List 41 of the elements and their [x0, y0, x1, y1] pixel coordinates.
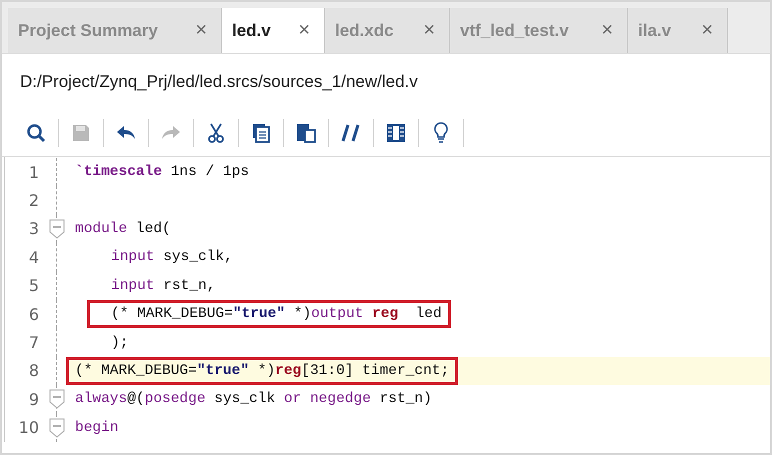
close-tab-button[interactable]: × — [191, 19, 211, 42]
line-number: 6 — [28, 304, 40, 324]
close-tab-button[interactable]: × — [697, 19, 717, 42]
comment-slashes-icon — [341, 123, 361, 143]
editor-tab[interactable]: led.xdc × — [325, 8, 450, 53]
line-number: 10 — [18, 418, 40, 438]
line-number: 8 — [28, 361, 40, 380]
editor-tab[interactable]: Project Summary × — [8, 8, 222, 53]
redo-icon — [161, 125, 181, 141]
code-line: ); — [110, 334, 130, 353]
fold-toggle-icon[interactable] — [49, 418, 65, 438]
file-path: D:/Project/Zynq_Prj/led/led.srcs/sources_1/new/led.v — [19, 71, 419, 93]
paste-icon — [296, 123, 316, 143]
close-tab-button[interactable]: × — [294, 19, 314, 42]
line-number: 7 — [28, 333, 40, 352]
copy-icon — [252, 123, 270, 143]
code-line: `timescale 1ns / 1ps — [74, 163, 250, 182]
code-line: input sys_clk, — [110, 248, 234, 268]
fold-toggle-icon[interactable] — [49, 218, 65, 239]
close-tab-button[interactable]: × — [597, 19, 617, 42]
line-number: 4 — [28, 248, 40, 267]
fold-toggle-icon[interactable] — [49, 389, 65, 410]
undo-icon — [116, 125, 136, 141]
lightbulb-icon — [433, 122, 449, 144]
save-icon — [72, 124, 90, 142]
editor-tab[interactable]: led.v × — [222, 8, 325, 53]
line-number: 2 — [28, 191, 40, 210]
scissors-icon — [208, 123, 224, 143]
line-number: 3 — [28, 219, 40, 238]
search-icon — [26, 123, 46, 143]
editor-tab[interactable]: ila.v × — [628, 8, 728, 53]
line-number: 9 — [28, 390, 40, 409]
editor-tab[interactable]: vtf_led_test.v × — [450, 8, 628, 53]
line-number: 5 — [28, 276, 40, 296]
columns-icon — [386, 123, 406, 143]
code-line: input rst_n, — [110, 276, 216, 296]
close-tab-button[interactable]: × — [419, 19, 439, 42]
code-line: module led( — [74, 220, 172, 239]
code-line: always@(posedge sys_clk or negedge rst_n) — [74, 390, 433, 410]
code-line: begin — [74, 418, 120, 438]
line-number: 1 — [28, 162, 40, 182]
